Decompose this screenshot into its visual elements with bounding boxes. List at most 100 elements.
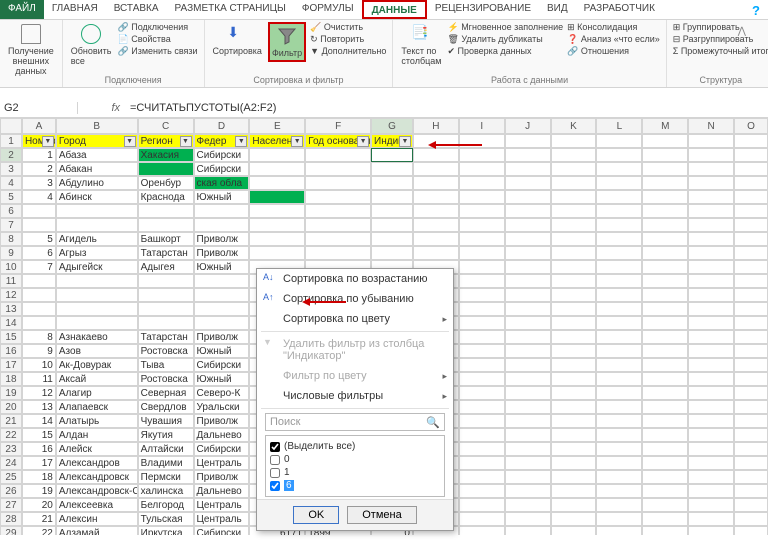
- cell[interactable]: [688, 414, 734, 428]
- cell[interactable]: [459, 358, 505, 372]
- row-header[interactable]: 3: [0, 162, 22, 176]
- cell[interactable]: [459, 148, 505, 162]
- cell[interactable]: [642, 330, 688, 344]
- data-validation-button[interactable]: ✔ Проверка данных: [447, 46, 563, 57]
- cell[interactable]: 14: [22, 414, 56, 428]
- cell[interactable]: Сибирски: [194, 526, 250, 535]
- cell[interactable]: [596, 400, 642, 414]
- row-header[interactable]: 15: [0, 330, 22, 344]
- cell[interactable]: [642, 302, 688, 316]
- cell[interactable]: Азнакаево: [56, 330, 138, 344]
- cell[interactable]: Дальнево: [194, 484, 250, 498]
- cell[interactable]: [596, 526, 642, 535]
- cell[interactable]: Приволж: [194, 246, 250, 260]
- cell[interactable]: [596, 456, 642, 470]
- cell[interactable]: [734, 456, 768, 470]
- col-header-A[interactable]: A: [22, 118, 56, 134]
- filter-dropdown-icon[interactable]: ▼: [235, 136, 247, 147]
- row-header[interactable]: 14: [0, 316, 22, 330]
- row-header[interactable]: 18: [0, 372, 22, 386]
- cell[interactable]: [642, 386, 688, 400]
- cell[interactable]: [551, 190, 597, 204]
- header-cell[interactable]: Номер▼: [22, 134, 56, 148]
- cell[interactable]: [642, 372, 688, 386]
- cell[interactable]: [551, 442, 597, 456]
- cell[interactable]: [551, 288, 597, 302]
- cell[interactable]: [596, 176, 642, 190]
- tab-developer[interactable]: РАЗРАБОТЧИК: [576, 0, 663, 19]
- cell[interactable]: 22: [22, 526, 56, 535]
- cell[interactable]: [459, 218, 505, 232]
- cell[interactable]: [642, 274, 688, 288]
- row-header[interactable]: 24: [0, 456, 22, 470]
- cell[interactable]: [734, 512, 768, 526]
- help-icon[interactable]: ?: [752, 3, 760, 18]
- cell[interactable]: 21: [22, 512, 56, 526]
- row-header[interactable]: 2: [0, 148, 22, 162]
- row-header[interactable]: 23: [0, 442, 22, 456]
- row-header[interactable]: 20: [0, 400, 22, 414]
- cell[interactable]: [505, 456, 551, 470]
- cell[interactable]: [459, 442, 505, 456]
- remove-duplicates-button[interactable]: 🗑 Удалить дубликаты: [447, 34, 563, 45]
- cell[interactable]: [688, 190, 734, 204]
- cell[interactable]: [249, 162, 305, 176]
- cell[interactable]: [459, 414, 505, 428]
- cell[interactable]: [459, 162, 505, 176]
- cell[interactable]: [194, 204, 250, 218]
- cell[interactable]: [505, 428, 551, 442]
- filter-dropdown-icon[interactable]: ▼: [124, 136, 136, 147]
- cell[interactable]: [688, 512, 734, 526]
- cell[interactable]: Сибирски: [194, 358, 250, 372]
- cell[interactable]: [688, 134, 734, 148]
- consolidate-button[interactable]: ⊞ Консолидация: [567, 22, 660, 33]
- cell[interactable]: [596, 148, 642, 162]
- col-header-M[interactable]: M: [642, 118, 688, 134]
- tab-home[interactable]: ГЛАВНАЯ: [44, 0, 106, 19]
- get-external-data-button[interactable]: Получение внешних данных: [6, 22, 56, 78]
- row-header[interactable]: 13: [0, 302, 22, 316]
- cell[interactable]: [249, 218, 305, 232]
- row-header[interactable]: 8: [0, 232, 22, 246]
- cell[interactable]: [688, 330, 734, 344]
- sort-color-item[interactable]: Сортировка по цвету▸: [257, 309, 453, 329]
- col-header-J[interactable]: J: [505, 118, 551, 134]
- filter-dropdown-icon[interactable]: ▼: [291, 136, 303, 147]
- ribbon-collapse-icon[interactable]: ⋀: [738, 26, 746, 37]
- cell[interactable]: [642, 246, 688, 260]
- cell[interactable]: Ростовска: [138, 372, 194, 386]
- cell[interactable]: [551, 484, 597, 498]
- filter-ok-button[interactable]: OK: [293, 506, 339, 524]
- col-header-L[interactable]: L: [596, 118, 642, 134]
- cell[interactable]: [734, 232, 768, 246]
- row-header[interactable]: 4: [0, 176, 22, 190]
- cell[interactable]: [459, 428, 505, 442]
- cell[interactable]: [459, 470, 505, 484]
- cell[interactable]: [551, 176, 597, 190]
- tab-insert[interactable]: ВСТАВКА: [106, 0, 167, 19]
- cell[interactable]: Пермски: [138, 470, 194, 484]
- cell[interactable]: [688, 274, 734, 288]
- tab-review[interactable]: РЕЦЕНЗИРОВАНИЕ: [427, 0, 539, 19]
- reapply-filter-button[interactable]: ↻ Повторить: [310, 34, 386, 45]
- cell[interactable]: [596, 162, 642, 176]
- cell[interactable]: [459, 400, 505, 414]
- cell[interactable]: [734, 400, 768, 414]
- col-header-K[interactable]: K: [551, 118, 597, 134]
- cell[interactable]: [734, 148, 768, 162]
- cell[interactable]: [413, 232, 459, 246]
- group-button[interactable]: ⊞ Группировать: [673, 22, 768, 33]
- cell[interactable]: [642, 414, 688, 428]
- cell[interactable]: [642, 358, 688, 372]
- cell[interactable]: 17: [22, 456, 56, 470]
- cell[interactable]: [734, 372, 768, 386]
- cell[interactable]: [459, 498, 505, 512]
- cell[interactable]: [505, 386, 551, 400]
- cell[interactable]: [688, 246, 734, 260]
- cell[interactable]: Адыгея: [138, 260, 194, 274]
- filter-dropdown-icon[interactable]: ▼: [42, 136, 54, 147]
- cell[interactable]: [688, 176, 734, 190]
- cell[interactable]: [413, 190, 459, 204]
- cell[interactable]: [596, 274, 642, 288]
- cell[interactable]: [734, 302, 768, 316]
